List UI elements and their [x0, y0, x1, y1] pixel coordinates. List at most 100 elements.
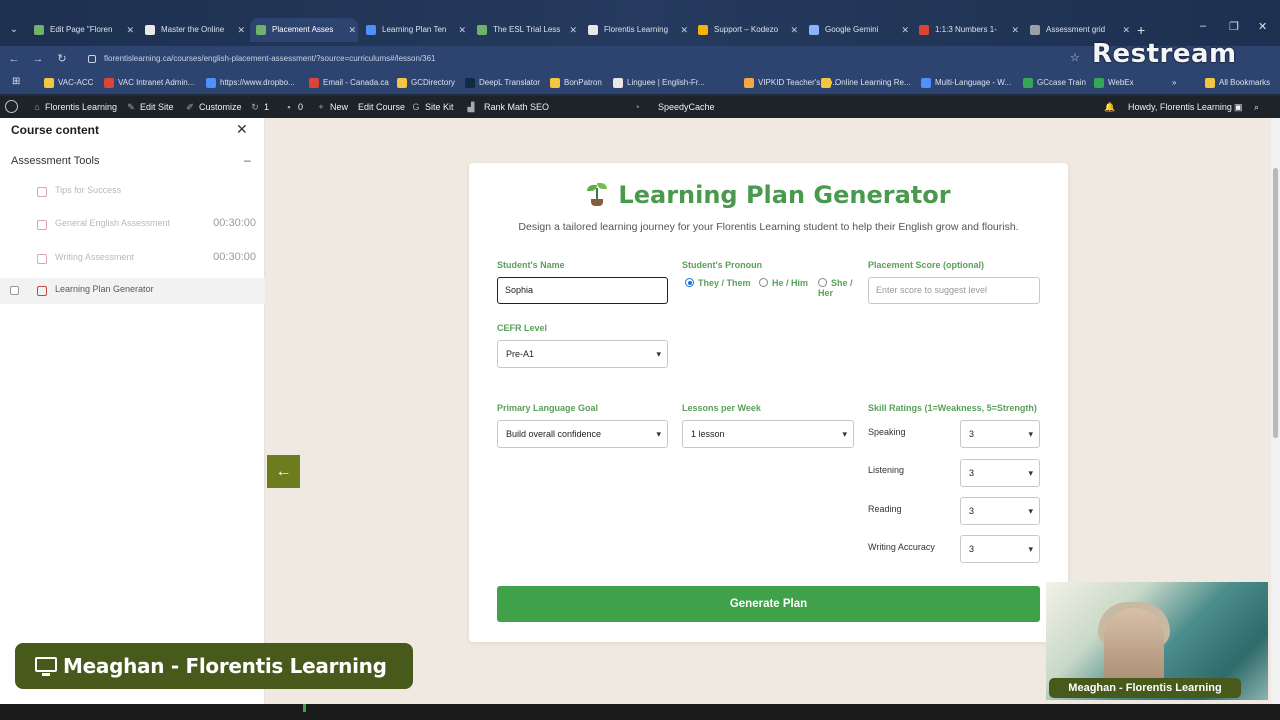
page-scrollbar[interactable] [1271, 118, 1280, 704]
skill-rating-select[interactable]: 3 ▾ [960, 535, 1040, 563]
wp-customize[interactable]: ✐ Customize [185, 96, 241, 118]
wp-site-name[interactable]: ⌂ Florentis Learning [32, 96, 117, 118]
bookmark-star-icon[interactable]: ☆ [1070, 51, 1080, 64]
tab-favicon-icon [366, 25, 376, 35]
student-name-input[interactable]: Sophia [497, 277, 668, 304]
skill-rating-select[interactable]: 3 ▾ [960, 459, 1040, 487]
lesson-item-current[interactable]: Learning Plan Generator [0, 278, 265, 304]
lesson-item[interactable]: Tips for Success [0, 179, 265, 205]
placement-score-input[interactable]: Enter score to suggest level [868, 277, 1040, 304]
lesson-checkbox[interactable] [10, 286, 19, 295]
browser-tab[interactable]: Florentis Learning ✕ [582, 18, 690, 42]
browser-tab[interactable]: The ESL Trial Less ✕ [471, 18, 579, 42]
apps-grid-icon[interactable]: ⊞ [12, 76, 20, 87]
browser-tab[interactable]: Learning Plan Ten ✕ [360, 18, 468, 42]
bookmark-item[interactable]: DeepL Translator [465, 76, 540, 90]
sidebar-close-icon[interactable]: ✕ [236, 121, 248, 138]
radio-unselected[interactable] [759, 278, 768, 287]
browser-tab[interactable]: Master the Online ✕ [139, 18, 247, 42]
restore-icon[interactable]: ❐ [1229, 20, 1239, 33]
chevron-down-icon: ▾ [1028, 429, 1033, 439]
browser-tab[interactable]: Support – Kodezo ✕ [692, 18, 800, 42]
url-field[interactable]: florentislearning.ca/courses/english-pla… [80, 49, 1080, 69]
tab-close-icon[interactable]: ✕ [569, 18, 577, 42]
bookmark-item[interactable]: VAC Intranet Admin... [104, 76, 194, 90]
tab-close-icon[interactable]: ✕ [348, 18, 356, 42]
pronoun-she[interactable]: She / Her [818, 278, 858, 298]
collapse-minus-icon[interactable]: – [244, 153, 251, 167]
tab-close-icon[interactable]: ✕ [458, 18, 466, 42]
pronoun-he[interactable]: He / Him [759, 278, 808, 288]
window-close-icon[interactable]: ✕ [1258, 20, 1267, 33]
browser-tab[interactable]: 1:1:3 Numbers 1- ✕ [913, 18, 1021, 42]
placement-score-label: Placement Score (optional) [868, 260, 985, 270]
wp-edit-course[interactable]: Edit Course [358, 96, 405, 118]
wp-rank-math[interactable]: ▟ Rank Math SEO [466, 96, 550, 118]
bookmark-favicon-icon [744, 78, 754, 88]
bookmark-item[interactable]: GCDirectory [397, 76, 455, 90]
bookmark-item[interactable]: VAC-ACC [44, 76, 93, 90]
all-bookmarks[interactable]: All Bookmarks [1205, 76, 1270, 90]
bookmark-item[interactable]: Online Learning Re... [821, 76, 911, 90]
tab-close-icon[interactable]: ✕ [237, 18, 245, 42]
minimize-icon[interactable]: – [1200, 20, 1206, 32]
tab-close-icon[interactable]: ✕ [1011, 18, 1019, 42]
wp-speedycache[interactable]: ◔ SpeedyCache [632, 96, 714, 118]
language-goal-select[interactable]: Build overall confidence ▾ [497, 420, 668, 448]
tab-favicon-icon [256, 25, 266, 35]
browser-tab[interactable]: Google Gemini ✕ [803, 18, 911, 42]
site-info-icon[interactable] [88, 55, 96, 63]
forward-arrow-icon[interactable]: → [30, 51, 46, 67]
card-subtitle: Design a tailored learning journey for y… [518, 221, 1019, 233]
tab-close-icon[interactable]: ✕ [901, 18, 909, 42]
radio-selected[interactable] [685, 278, 694, 287]
bookmark-item[interactable]: Email - Canada.ca [309, 76, 389, 90]
radio-unselected[interactable] [818, 278, 827, 287]
bookmark-item[interactable]: BonPatron [550, 76, 602, 90]
bookmark-item[interactable]: GCcase Train [1023, 76, 1086, 90]
bottom-strip [0, 704, 1280, 720]
generate-plan-button[interactable]: Generate Plan [497, 586, 1040, 622]
skill-rating-select[interactable]: 3 ▾ [960, 420, 1040, 448]
tab-close-icon[interactable]: ✕ [680, 18, 688, 42]
bookmark-item[interactable]: WebEx [1094, 76, 1134, 90]
notification-bell-icon[interactable]: 🔔 [1104, 96, 1115, 118]
wordpress-logo-icon[interactable] [5, 100, 18, 113]
tab-search-chevron-icon[interactable]: ⌄ [6, 22, 22, 38]
lesson-document-icon [37, 220, 47, 230]
wp-edit-site[interactable]: ✎ Edit Site [126, 96, 173, 118]
lesson-item[interactable]: Writing Assessment 00:30:00 [0, 246, 265, 272]
cefr-level-select[interactable]: Pre-A1 ▾ [497, 340, 668, 368]
lesson-item[interactable]: General English Assessment 00:30:00 [0, 212, 265, 238]
wp-updates[interactable]: ↻ 1 [250, 96, 269, 118]
wp-new[interactable]: + New [316, 96, 348, 118]
bookmark-item[interactable]: Linguee | English-Fr... [613, 76, 705, 90]
wp-howdy[interactable]: Howdy, Florentis Learning [1128, 96, 1232, 118]
bookmarks-overflow-icon[interactable]: » [1172, 76, 1176, 90]
chevron-down-icon: ▾ [656, 349, 661, 359]
pronoun-they[interactable]: They / Them [685, 278, 751, 288]
bookmark-favicon-icon [206, 78, 216, 88]
lesson-duration: 00:30:00 [213, 251, 256, 263]
wp-comments[interactable]: ▪ 0 [284, 96, 303, 118]
chevron-down-icon: ▾ [656, 429, 661, 439]
bookmark-item[interactable]: Multi-Language - W... [921, 76, 1011, 90]
lesson-document-icon [37, 254, 47, 264]
bookmark-item[interactable]: https://www.dropbo... [206, 76, 295, 90]
lessons-per-week-select[interactable]: 1 lesson ▾ [682, 420, 854, 448]
learning-plan-card: Learning Plan Generator Design a tailore… [469, 163, 1068, 642]
tab-close-icon[interactable]: ✕ [126, 18, 134, 42]
tab-close-icon[interactable]: ✕ [790, 18, 798, 42]
chevron-down-icon: ▾ [842, 429, 847, 439]
user-avatar-icon[interactable]: ▣ [1234, 96, 1243, 118]
search-icon[interactable]: ⌕ [1254, 96, 1259, 118]
browser-tab[interactable]: Edit Page "Floren ✕ [28, 18, 136, 42]
sidebar-section-title[interactable]: Assessment Tools [11, 155, 99, 167]
previous-lesson-arrow-icon[interactable]: ← [267, 455, 300, 488]
wp-site-kit[interactable]: G Site Kit [411, 96, 453, 118]
back-arrow-icon[interactable]: ← [6, 51, 22, 67]
skill-rating-select[interactable]: 3 ▾ [960, 497, 1040, 525]
scrollbar-thumb[interactable] [1273, 168, 1278, 438]
reload-icon[interactable]: ↻ [54, 51, 70, 67]
browser-tab-active[interactable]: Placement Asses ✕ [250, 18, 358, 42]
